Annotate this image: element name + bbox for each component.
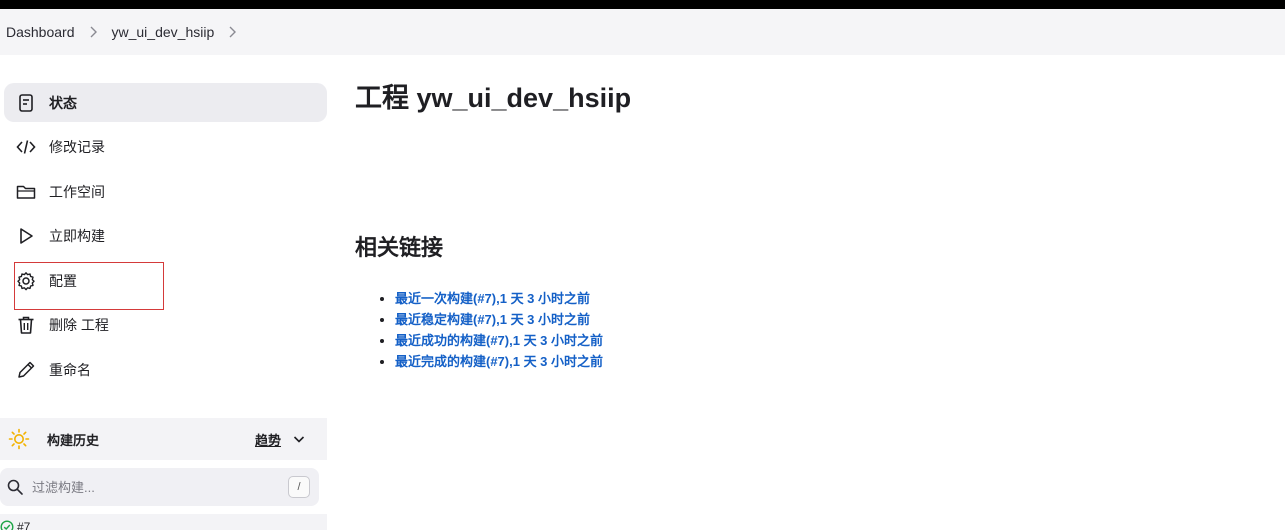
sidebar-item-label: 修改记录 bbox=[49, 139, 105, 156]
search-icon bbox=[6, 478, 24, 496]
trend-link[interactable]: 趋势 bbox=[255, 430, 281, 449]
list-item: 最近一次构建(#7),1 天 3 小时之前 bbox=[395, 288, 697, 309]
chevron-right-icon[interactable] bbox=[228, 26, 237, 38]
sidebar-item-label: 工作空间 bbox=[49, 183, 105, 200]
breadcrumb-project[interactable]: yw_ui_dev_hsiip bbox=[112, 24, 215, 40]
top-header-bar bbox=[0, 0, 1285, 9]
status-icon bbox=[16, 93, 36, 113]
sidebar-item-label: 配置 bbox=[49, 272, 77, 289]
related-links-title: 相关链接 bbox=[355, 235, 444, 260]
main-content: 工程 yw_ui_dev_hsiip 相关链接 最近一次构建(#7),1 天 3… bbox=[355, 80, 632, 369]
folder-icon bbox=[16, 182, 36, 202]
build-filter-input[interactable] bbox=[32, 479, 272, 495]
sidebar-item-label: 重命名 bbox=[49, 362, 91, 379]
sidebar-tasks: 状态 修改记录 工作空间 立即构建 配置 删除 工程 重命名 bbox=[4, 83, 327, 395]
sidebar-item-delete-project[interactable]: 删除 工程 bbox=[4, 306, 327, 345]
sun-weather-icon bbox=[8, 428, 30, 450]
related-links-list: 最近一次构建(#7),1 天 3 小时之前 最近稳定构建(#7),1 天 3 小… bbox=[377, 288, 697, 372]
chevron-right-icon[interactable] bbox=[89, 26, 98, 38]
play-icon bbox=[16, 226, 36, 246]
sidebar-item-rename[interactable]: 重命名 bbox=[4, 351, 327, 390]
list-item: 最近完成的构建(#7),1 天 3 小时之前 bbox=[395, 351, 697, 372]
chevron-down-icon[interactable] bbox=[292, 432, 306, 446]
last-successful-build-link[interactable]: 最近成功的构建(#7),1 天 3 小时之前 bbox=[395, 333, 603, 348]
page-title: 工程 yw_ui_dev_hsiip bbox=[355, 83, 632, 113]
sidebar-item-status[interactable]: 状态 bbox=[4, 83, 327, 122]
build-number[interactable]: #7 bbox=[17, 520, 30, 530]
code-icon bbox=[16, 137, 36, 157]
build-history-row[interactable]: #7 bbox=[0, 514, 327, 530]
last-build-link[interactable]: 最近一次构建(#7),1 天 3 小时之前 bbox=[395, 291, 590, 306]
sidebar-item-changes[interactable]: 修改记录 bbox=[4, 128, 327, 167]
gear-icon bbox=[16, 271, 36, 291]
build-history-header: 构建历史 趋势 bbox=[0, 418, 327, 460]
sidebar-item-label: 立即构建 bbox=[49, 228, 105, 245]
sidebar-item-workspace[interactable]: 工作空间 bbox=[4, 172, 327, 211]
sidebar-item-configure[interactable]: 配置 bbox=[4, 261, 327, 300]
trash-icon bbox=[16, 315, 36, 335]
success-check-icon bbox=[0, 520, 14, 530]
sidebar-item-label: 删除 工程 bbox=[49, 317, 109, 334]
list-item: 最近稳定构建(#7),1 天 3 小时之前 bbox=[395, 309, 697, 330]
sidebar-item-build-now[interactable]: 立即构建 bbox=[4, 217, 327, 256]
breadcrumb: Dashboard yw_ui_dev_hsiip bbox=[0, 9, 1285, 55]
build-filter: / bbox=[0, 468, 319, 506]
pencil-icon bbox=[16, 360, 36, 380]
keyboard-shortcut-badge: / bbox=[288, 476, 310, 498]
sidebar-item-label: 状态 bbox=[49, 94, 77, 111]
list-item: 最近成功的构建(#7),1 天 3 小时之前 bbox=[395, 330, 697, 351]
breadcrumb-dashboard[interactable]: Dashboard bbox=[6, 24, 75, 40]
last-stable-build-link[interactable]: 最近稳定构建(#7),1 天 3 小时之前 bbox=[395, 312, 590, 327]
build-history-title: 构建历史 bbox=[47, 432, 100, 448]
last-completed-build-link[interactable]: 最近完成的构建(#7),1 天 3 小时之前 bbox=[395, 354, 603, 369]
